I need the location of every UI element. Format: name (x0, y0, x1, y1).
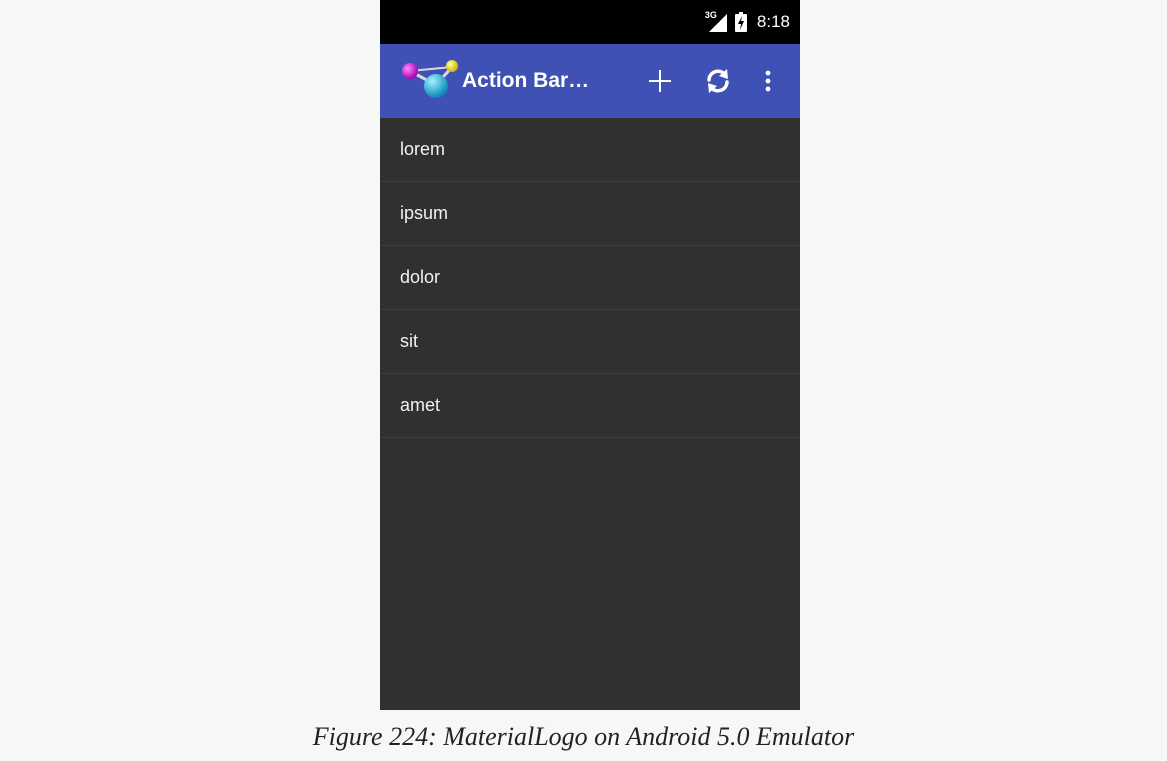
battery-charging-icon (734, 12, 747, 32)
list-item[interactable]: sit (380, 310, 800, 374)
add-button[interactable] (638, 59, 682, 103)
phone-screen: 3G 8:18 Action Bar… lorem ipsum dolor si… (380, 0, 800, 710)
more-vert-icon (765, 70, 771, 92)
molecule-logo-icon[interactable] (400, 58, 458, 102)
list-item[interactable]: dolor (380, 246, 800, 310)
status-bar: 3G 8:18 (380, 0, 800, 44)
refresh-button[interactable] (696, 59, 740, 103)
action-bar: Action Bar… (380, 44, 800, 118)
overflow-menu-button[interactable] (746, 59, 790, 103)
plus-icon (649, 70, 671, 92)
status-icons: 3G 8:18 (705, 0, 790, 44)
list-item[interactable]: amet (380, 374, 800, 438)
app-title: Action Bar… (462, 69, 590, 92)
clock: 8:18 (756, 12, 790, 31)
figure-caption: Figure 224: MaterialLogo on Android 5.0 … (312, 722, 855, 751)
list-item[interactable]: lorem (380, 118, 800, 182)
signal-icon: 3G (705, 10, 729, 32)
list-item[interactable]: ipsum (380, 182, 800, 246)
item-list: lorem ipsum dolor sit amet (380, 118, 800, 438)
refresh-icon (707, 69, 729, 93)
